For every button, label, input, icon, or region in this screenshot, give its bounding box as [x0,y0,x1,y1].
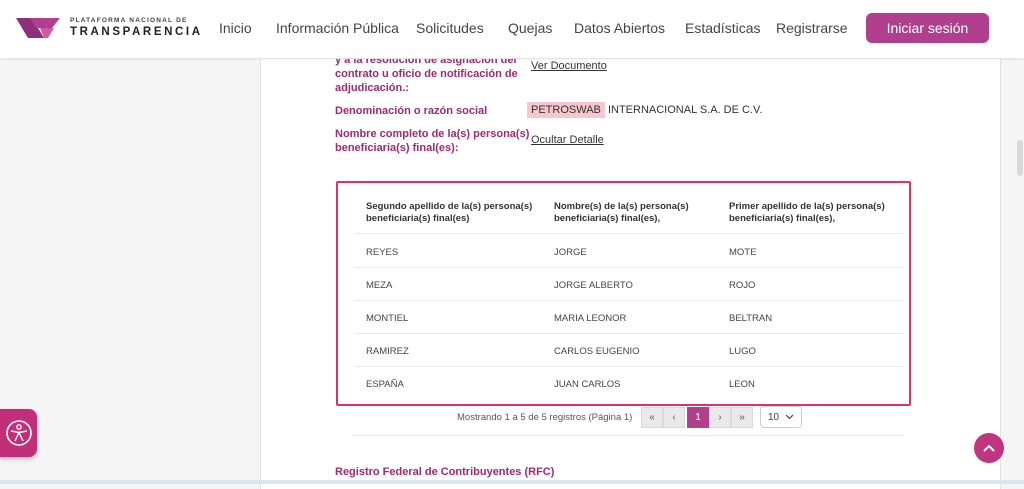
table-header-second-surname: Segundo apellido de la(s) persona(s) ben… [366,201,532,225]
page-size-value: 10 [768,411,780,423]
last-page-button[interactable]: » [731,407,753,428]
bottom-strip [0,480,1024,484]
table-header-names: Nombre(s) de la(s) persona(s) beneficiar… [554,201,689,225]
company-highlight: PETROSWAB [527,102,605,118]
contract-label-line3: adjudicación.: [335,82,409,94]
pagination-info: Mostrando 1 a 5 de 5 registros (Página 1… [457,412,633,423]
row-divider [354,366,904,367]
nav-estadisticas[interactable]: Estadísticas [685,20,760,36]
header-line: beneficiaria(s) final(es), [554,213,661,224]
table-cell: RAMIREZ [366,346,409,357]
table-cell: JORGE [554,247,587,258]
scrollbar-thumb[interactable] [1017,140,1023,176]
site-logo[interactable]: PLATAFORMA NACIONAL DE TRANSPARENCIA [14,10,203,46]
table-cell: MONTIEL [366,313,409,324]
contract-label-line2: contrato u oficio de notificación de [335,68,518,80]
table-cell: MOTE [729,247,757,258]
header-line: Primer apellido de la(s) persona(s) [729,201,885,212]
prev-page-button[interactable]: ‹ [663,407,685,428]
page-1-button[interactable]: 1 [687,407,709,428]
logo-line1: PLATAFORMA NACIONAL DE [70,16,188,24]
table-cell: CARLOS EUGENIO [554,346,640,357]
rfc-label: Registro Federal de Contribuyentes (RFC) [335,466,555,478]
chevron-up-icon [983,444,995,452]
next-page-button[interactable]: › [709,407,731,428]
row-divider [354,300,904,301]
table-cell: MARIA LEONOR [554,313,627,324]
table-cell: LEON [729,379,755,390]
row-divider [354,233,904,234]
header-line: Segundo apellido de la(s) persona(s) [366,201,533,212]
company-value: PETROSWAB INTERNACIONAL S.A. DE C.V. [527,102,763,118]
logo-text: PLATAFORMA NACIONAL DE TRANSPARENCIA [70,16,203,39]
chevron-down-icon [785,414,794,420]
nav-solicitudes[interactable]: Solicitudes [416,20,484,36]
nav-quejas[interactable]: Quejas [508,20,552,36]
table-cell: MEZA [366,280,393,291]
section-divider [352,435,904,436]
beneficiary-label-line1: Nombre completo de la(s) persona(s) [335,128,530,140]
table-cell: ROJO [729,280,756,291]
view-document-link[interactable]: Ver Documento [531,60,607,72]
nav-datos-abiertos[interactable]: Datos Abiertos [574,20,665,36]
table-cell: BELTRAN [729,313,773,324]
company-label: Denominación o razón social [335,105,488,117]
beneficiary-label: Nombre completo de la(s) persona(s) bene… [335,127,529,155]
row-divider [354,267,904,268]
row-divider [354,333,904,334]
hide-detail-link[interactable]: Ocultar Detalle [531,134,604,146]
login-button[interactable]: Iniciar sesión [866,13,989,43]
table-cell: REYES [366,247,399,258]
nav-registrarse[interactable]: Registrarse [776,20,848,36]
nav-informacion-publica[interactable]: Información Pública [276,20,399,36]
header-line: beneficiaria(s) final(es), [729,213,836,224]
page-size-select[interactable]: 10 [760,406,802,428]
logo-line2: TRANSPARENCIA [70,26,203,38]
nav-inicio[interactable]: Inicio [219,20,252,36]
accessibility-button[interactable] [0,409,37,457]
first-page-button[interactable]: « [641,407,663,428]
contract-label: y a la resolución de asignación del cont… [335,53,518,95]
header-line: Nombre(s) de la(s) persona(s) [554,201,689,212]
top-header: PLATAFORMA NACIONAL DE TRANSPARENCIA Ini… [0,0,1024,59]
table-header-first-surname: Primer apellido de la(s) persona(s) bene… [729,201,885,225]
table-cell: LUGO [729,346,756,357]
scroll-top-button[interactable] [974,433,1004,463]
company-name-rest: INTERNACIONAL S.A. DE C.V. [607,104,763,116]
table-cell: JORGE ALBERTO [554,280,633,291]
table-cell: JUAN CARLOS [554,379,621,390]
accessibility-icon [5,420,32,446]
table-cell: ESPAÑA [366,379,404,390]
beneficiaries-table: Segundo apellido de la(s) persona(s) ben… [336,181,911,406]
beneficiary-label-line2: beneficiaria(s) final(es): [335,142,459,154]
logo-mark-icon [16,18,60,38]
header-line: beneficiaria(s) final(es) [366,213,470,224]
